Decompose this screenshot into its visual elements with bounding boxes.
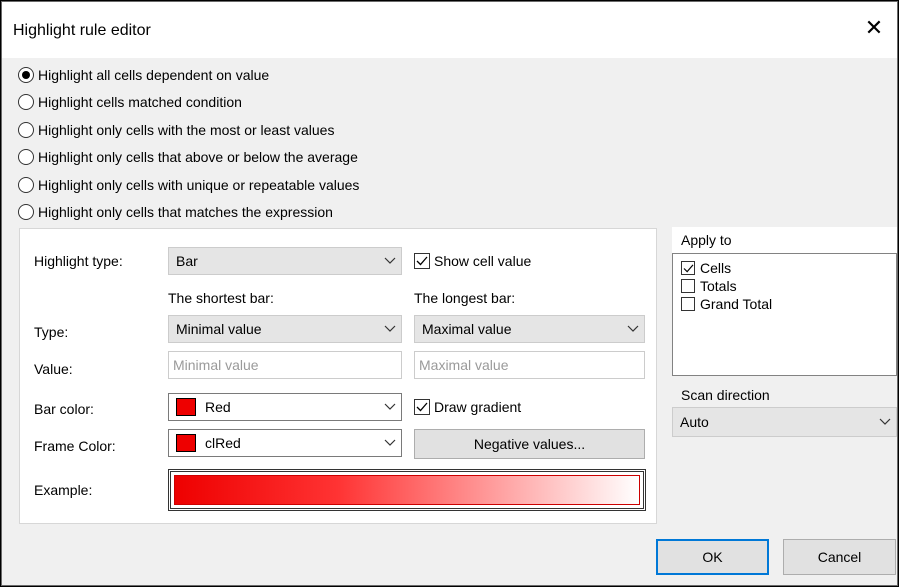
mode-radio-average[interactable]: Highlight only cells that above or below… [18, 146, 358, 168]
shortest-bar-value-input[interactable]: Minimal value [168, 351, 402, 379]
highlight-rule-editor-dialog: Highlight rule editor ✕ Highlight all ce… [1, 1, 898, 586]
bar-color-select[interactable]: Red [168, 393, 402, 421]
checkbox-box[interactable] [414, 253, 430, 269]
checkbox-box[interactable] [681, 297, 695, 311]
longest-bar-value-placeholder: Maximal value [419, 357, 509, 373]
radio-button[interactable] [18, 94, 34, 110]
shortest-bar-type-value: Minimal value [176, 321, 262, 337]
dialog-title: Highlight rule editor [13, 22, 151, 39]
radio-button[interactable] [18, 204, 34, 220]
frame-color-value: clRed [205, 435, 241, 451]
draw-gradient-checkbox[interactable]: Draw gradient [414, 396, 521, 418]
longest-bar-value-input[interactable]: Maximal value [414, 351, 645, 379]
apply-to-cells-checkbox[interactable]: Cells [681, 260, 731, 276]
apply-to-item-label: Totals [700, 278, 737, 294]
scan-direction-label: Scan direction [681, 387, 770, 403]
negative-values-button[interactable]: Negative values... [414, 429, 645, 459]
close-button[interactable]: ✕ [861, 14, 887, 42]
chevron-down-icon [874, 418, 896, 426]
show-cell-value-checkbox[interactable]: Show cell value [414, 250, 531, 272]
bar-color-value: Red [205, 399, 231, 415]
mode-radio-unique-repeatable[interactable]: Highlight only cells with unique or repe… [18, 174, 359, 196]
mode-radio-all-values[interactable]: Highlight all cells dependent on value [18, 64, 269, 86]
checkbox-box[interactable] [681, 261, 695, 275]
radio-label: Highlight only cells with the most or le… [38, 122, 335, 138]
apply-to-totals-checkbox[interactable]: Totals [681, 278, 737, 294]
title-bar: Highlight rule editor ✕ [2, 2, 897, 58]
apply-to-item-label: Cells [700, 260, 732, 276]
type-label: Type: [34, 324, 69, 340]
shortest-bar-label: The shortest bar: [168, 290, 274, 306]
chevron-down-icon [379, 257, 401, 265]
longest-bar-type-select[interactable]: Maximal value [414, 315, 645, 343]
apply-to-header: Apply to [672, 227, 897, 253]
value-label: Value: [34, 361, 73, 377]
radio-button[interactable] [18, 122, 34, 138]
apply-to-item-label: Grand Total [700, 296, 773, 312]
mode-radio-matched-condition[interactable]: Highlight cells matched condition [18, 91, 242, 113]
longest-bar-type-value: Maximal value [422, 321, 512, 337]
checkbox-box[interactable] [681, 279, 695, 293]
frame-color-swatch [176, 434, 196, 452]
bar-color-label: Bar color: [34, 401, 94, 417]
settings-panel: Highlight type: Bar Show cell value The … [19, 228, 657, 524]
radio-label: Highlight only cells that matches the ex… [38, 204, 333, 220]
draw-gradient-label: Draw gradient [434, 399, 522, 415]
radio-button[interactable] [18, 177, 34, 193]
checkbox-box[interactable] [414, 399, 430, 415]
highlight-type-value: Bar [176, 253, 198, 269]
radio-label: Highlight all cells dependent on value [38, 67, 270, 83]
highlight-type-select[interactable]: Bar [168, 247, 402, 275]
radio-label: Highlight only cells that above or below… [38, 149, 358, 165]
shortest-bar-type-select[interactable]: Minimal value [168, 315, 402, 343]
example-gradient-bar [174, 475, 640, 505]
radio-label: Highlight cells matched condition [38, 94, 242, 110]
bar-color-swatch [176, 398, 196, 416]
chevron-down-icon [622, 325, 644, 333]
ok-button[interactable]: OK [656, 539, 769, 575]
shortest-bar-value-placeholder: Minimal value [173, 357, 259, 373]
scan-direction-value: Auto [680, 414, 709, 430]
highlight-type-label: Highlight type: [34, 253, 123, 269]
radio-label: Highlight only cells with unique or repe… [38, 177, 360, 193]
close-icon: ✕ [864, 15, 884, 40]
cancel-button[interactable]: Cancel [783, 539, 896, 575]
longest-bar-label: The longest bar: [414, 290, 516, 306]
apply-to-list: Cells Totals Grand Total [672, 253, 897, 376]
frame-color-select[interactable]: clRed [168, 429, 402, 457]
show-cell-value-label: Show cell value [434, 253, 532, 269]
scan-direction-select[interactable]: Auto [672, 407, 897, 437]
chevron-down-icon [379, 325, 401, 333]
mode-radio-expression[interactable]: Highlight only cells that matches the ex… [18, 201, 333, 223]
radio-button[interactable] [18, 67, 34, 83]
example-preview [168, 469, 646, 511]
chevron-down-icon [379, 439, 401, 447]
apply-to-grand-total-checkbox[interactable]: Grand Total [681, 296, 772, 312]
chevron-down-icon [379, 403, 401, 411]
mode-radio-most-least[interactable]: Highlight only cells with the most or le… [18, 119, 334, 141]
radio-button[interactable] [18, 149, 34, 165]
example-label: Example: [34, 482, 93, 498]
frame-color-label: Frame Color: [34, 438, 116, 454]
